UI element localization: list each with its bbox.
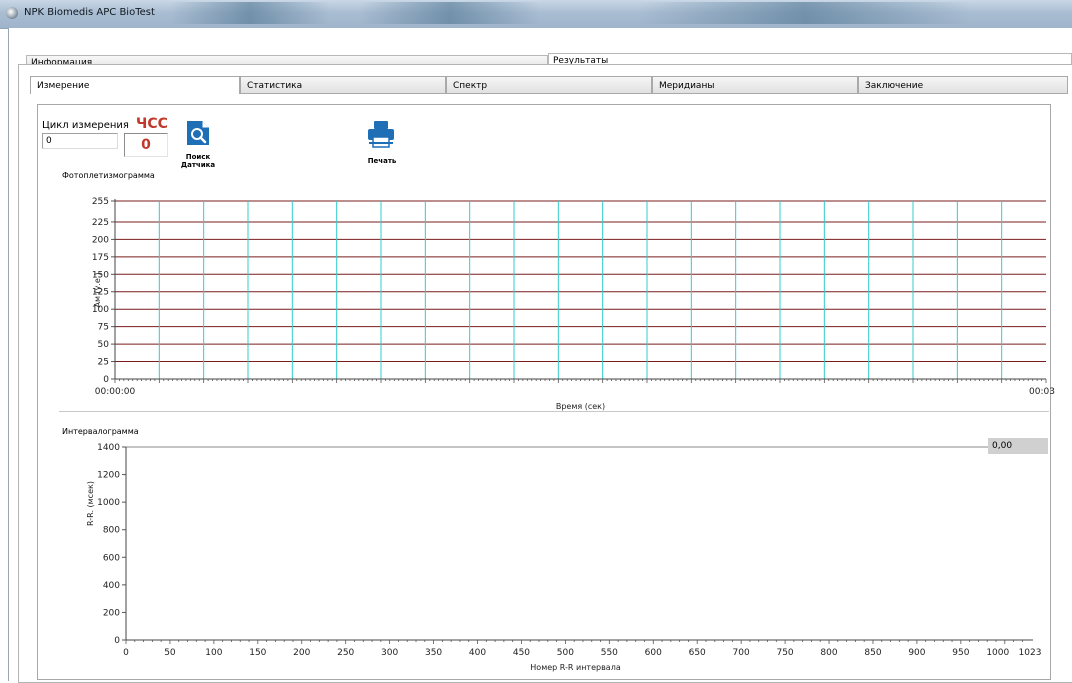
tab-meridians[interactable]: Меридианы [652,76,858,94]
hr-value: 0 [124,133,168,157]
find-sensor-label: Датчика [180,161,216,169]
hr-label: ЧСС [136,116,168,132]
find-sensor-button[interactable]: Поиск Датчика [181,120,215,174]
titlebar-glass [640,2,970,24]
printer-icon [368,121,394,148]
tab-measurement[interactable]: Измерение [30,76,240,94]
rr-chart-title: Интервалограмма [62,427,139,436]
find-sensor-label: Поиск [185,153,211,161]
titlebar-glass [170,2,330,24]
rr-readout: 0,00 [988,438,1048,454]
chart-separator [59,411,1049,412]
tab-spectrum[interactable]: Спектр [446,76,652,94]
tab-statistics[interactable]: Статистика [240,76,446,94]
print-button[interactable]: Печать [362,120,402,166]
cycle-field[interactable]: 0 [42,133,118,149]
window-title: NPK Biomedis APC BioTest [24,7,155,18]
print-label: Печать [367,157,397,165]
ppg-chart-title: Фотоплетизмограмма [62,171,155,180]
cycle-label: Цикл измерения [42,120,129,131]
app-icon [6,7,18,19]
tab-conclusion[interactable]: Заключение [858,76,1068,94]
search-document-icon [187,121,209,145]
measurement-panel [37,104,1051,680]
title-bar: NPK Biomedis APC BioTest [0,0,1072,29]
titlebar-glass [360,2,540,24]
